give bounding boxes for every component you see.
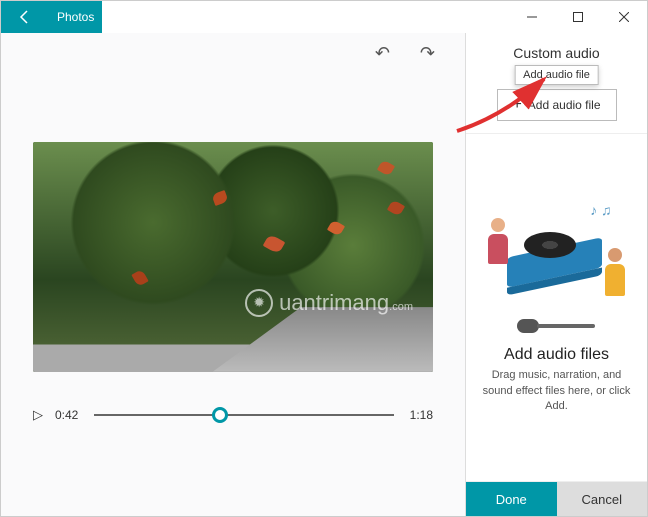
seek-thumb[interactable]	[212, 407, 228, 423]
app-title: Photos	[49, 1, 102, 33]
sidebar-heading: Custom audio	[476, 45, 637, 61]
watermark: ✹ uantrimang.com	[245, 289, 413, 317]
empty-state-title: Add audio files	[504, 346, 609, 364]
video-preview[interactable]: ✹ uantrimang.com	[33, 142, 433, 372]
maximize-button[interactable]	[555, 1, 601, 33]
play-button[interactable]: ▷	[33, 407, 43, 423]
audio-illustration: ♪ ♫	[482, 200, 632, 330]
sidebar-footer: Done Cancel	[466, 481, 647, 516]
seek-bar[interactable]	[94, 414, 393, 416]
title-bar: Photos	[1, 1, 647, 33]
current-time: 0:42	[55, 408, 78, 422]
edit-toolbar: ↶ ↷	[1, 33, 465, 73]
redo-button[interactable]: ↷	[420, 43, 435, 64]
audio-sidebar: Custom audio Add audio file + Add audio …	[465, 33, 647, 516]
add-audio-label: Add audio file	[528, 98, 601, 112]
done-button[interactable]: Done	[466, 482, 557, 516]
audio-drop-zone[interactable]: ♪ ♫ Add audio files Drag music, narratio…	[466, 134, 647, 481]
total-time: 1:18	[410, 408, 433, 422]
undo-button[interactable]: ↶	[375, 43, 390, 64]
window-controls	[509, 1, 647, 33]
close-button[interactable]	[601, 1, 647, 33]
back-button[interactable]	[1, 1, 49, 33]
minimize-button[interactable]	[509, 1, 555, 33]
empty-state-description: Drag music, narration, and sound effect …	[478, 368, 635, 414]
playback-controls: ▷ 0:42 1:18	[33, 372, 433, 448]
cancel-button[interactable]: Cancel	[557, 482, 648, 516]
add-audio-tooltip: Add audio file	[514, 65, 599, 85]
add-audio-file-button[interactable]: + Add audio file	[497, 89, 617, 121]
main-panel: ↶ ↷ ✹ uantrimang.com ▷ 0:42 1:18	[1, 33, 465, 516]
plus-icon: +	[512, 96, 521, 114]
